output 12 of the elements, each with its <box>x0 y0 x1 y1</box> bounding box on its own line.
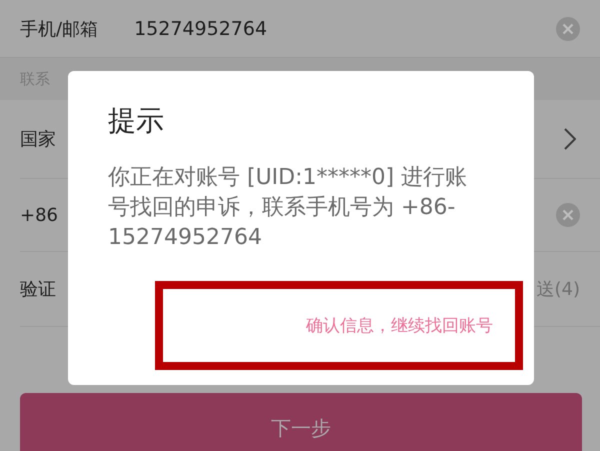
field-label: 国家 <box>20 128 56 151</box>
dialog-message: 你正在对账号 [UID:1*****0] 进行账号找回的申诉，联系手机号为 +86-15274952764 <box>108 164 468 252</box>
clear-icon[interactable] <box>556 203 580 227</box>
dialog-title: 提示 <box>108 103 164 139</box>
chevron-right-icon[interactable] <box>564 128 576 150</box>
input-field[interactable]: 15274952764 <box>134 18 268 40</box>
confirm-button[interactable]: 确认信息，继续找回账号 <box>306 310 493 341</box>
field-label: 手机/邮箱 <box>20 18 98 40</box>
field-label: 验证 <box>20 278 56 301</box>
clear-icon[interactable] <box>556 16 580 40</box>
field-label: +86 <box>20 204 58 226</box>
resend-countdown[interactable]: 送(4) <box>536 277 580 301</box>
